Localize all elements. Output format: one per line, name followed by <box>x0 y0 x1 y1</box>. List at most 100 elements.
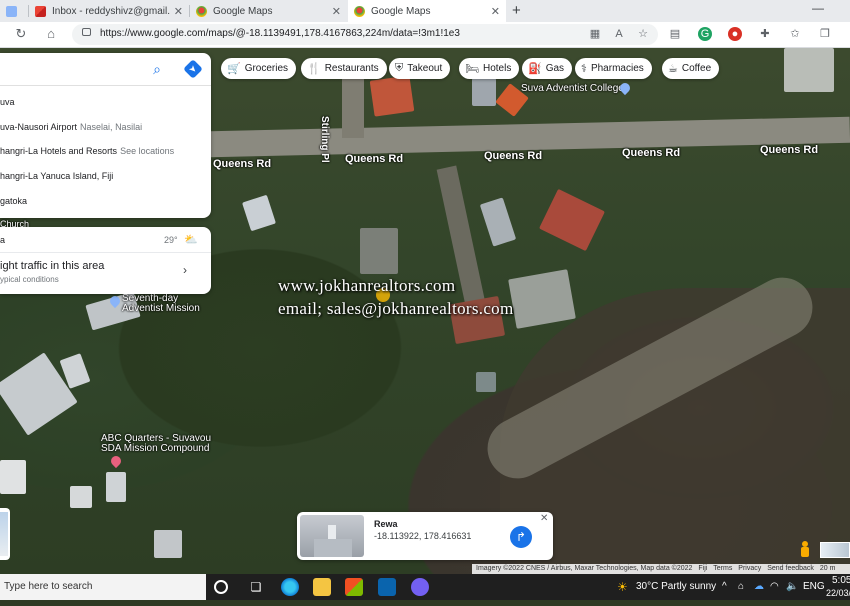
directions-button[interactable]: ↱ <box>510 526 532 548</box>
suggestion-item[interactable]: hangri-La Hotels and Resorts See location… <box>0 146 174 156</box>
read-aloud-icon[interactable]: A <box>612 27 626 41</box>
building <box>472 78 496 106</box>
taskbar-weather[interactable]: 30°C Partly sunny <box>636 574 716 600</box>
chevron-up-icon[interactable]: ^ <box>722 574 727 600</box>
chip-hotels[interactable]: 🛏 Hotels <box>459 58 520 79</box>
onedrive-icon[interactable]: ☁ <box>754 574 764 600</box>
chip-groceries[interactable]: 🛒 Groceries <box>221 58 297 79</box>
suggestion-item[interactable]: gatoka <box>0 196 27 206</box>
lock-icon <box>82 28 91 36</box>
tab-maps-active-label: Google Maps <box>371 5 431 17</box>
place-label-mission[interactable]: Seventh-day Adventist Mission <box>122 294 212 314</box>
place-label-abc-sub[interactable]: SDA Mission Compound <box>101 443 209 454</box>
place-photo[interactable] <box>300 515 364 557</box>
chip-restaurants[interactable]: 🍴 Restaurants <box>301 58 387 79</box>
building <box>106 472 126 502</box>
clock-date[interactable]: 22/03/ <box>826 580 850 606</box>
home-icon[interactable]: ⌂ <box>42 25 60 43</box>
tab-strip: Inbox - reddyshivz@gmail.com ✕ Google Ma… <box>0 0 850 22</box>
lodging-pin-icon[interactable] <box>108 453 124 469</box>
search-icon[interactable]: ⌕ <box>149 61 165 77</box>
volume-icon[interactable]: 🔈 <box>786 574 798 600</box>
close-icon[interactable]: ✕ <box>491 5 500 18</box>
close-icon[interactable]: ✕ <box>332 5 341 18</box>
reload-icon[interactable]: ↻ <box>12 25 30 43</box>
adblock-icon[interactable]: ● <box>728 27 742 41</box>
chip-label: Pharmacies <box>590 63 644 74</box>
tab-gmail[interactable]: Inbox - reddyshivz@gmail.com ✕ <box>29 0 189 22</box>
file-explorer-icon[interactable] <box>313 578 331 596</box>
chip-label: Coffee <box>681 63 712 74</box>
close-icon[interactable]: ✕ <box>174 5 183 18</box>
viber-icon[interactable] <box>411 578 429 596</box>
pegman-body <box>801 547 809 557</box>
grammarly-icon[interactable]: G <box>698 27 712 41</box>
chip-takeout[interactable]: ⛨ Takeout <box>389 58 451 79</box>
building <box>508 269 576 329</box>
suggestion-label: uva <box>0 97 15 107</box>
chip-coffee[interactable]: ☕ Coffee <box>662 58 720 79</box>
collections-icon[interactable]: ▤ <box>668 27 682 41</box>
new-tab-icon[interactable]: + <box>512 2 521 19</box>
weather-icon[interactable]: ☀ <box>617 574 628 600</box>
layers-widget[interactable] <box>0 508 10 560</box>
feedback-link[interactable]: Send feedback <box>767 565 814 572</box>
close-icon[interactable]: ✕ <box>540 513 548 524</box>
tab-maps-active[interactable]: Google Maps ✕ <box>348 0 506 22</box>
tab-maps-1-label: Google Maps <box>213 5 273 17</box>
wifi-icon[interactable]: ◠ <box>770 574 779 600</box>
favorites-bar-icon[interactable]: ✩ <box>788 27 802 41</box>
watermark-website: www.jokhanrealtors.com <box>278 276 456 295</box>
road-label: Queens Rd <box>345 153 404 165</box>
address-bar[interactable]: https://www.google.com/maps/@-18.1139491… <box>72 24 658 45</box>
task-view-icon[interactable]: ❏ <box>247 578 265 596</box>
suggestion-item[interactable]: hangri-La Yanuca Island, Fiji <box>0 171 113 181</box>
directions-icon[interactable]: ➤ <box>183 59 203 79</box>
search-panel: ⌕ ➤ uva uva-Nausori Airport Naselai, Nasi… <box>0 53 211 218</box>
traffic-subtitle: ypical conditions <box>0 275 59 284</box>
road-label: Queens Rd <box>484 150 543 162</box>
extensions-icon[interactable]: ✚ <box>758 27 772 41</box>
place-card[interactable]: Rewa -18.113922, 178.416631 ↱ ✕ <box>297 512 553 560</box>
place-label-college[interactable]: Suva Adventist College <box>521 83 624 94</box>
weather-place: a <box>0 235 6 245</box>
collections-panel-icon[interactable]: ❐ <box>818 27 832 41</box>
store-icon[interactable] <box>345 578 363 596</box>
apps-icon[interactable]: ▦ <box>588 27 602 41</box>
minimize-icon[interactable]: — <box>812 1 824 15</box>
suggestion-item[interactable]: uva-Nausori Airport Naselai, Nasilai <box>0 122 142 132</box>
weather-temp: 29° <box>164 235 178 245</box>
tab-maps-1[interactable]: Google Maps ✕ <box>190 0 347 22</box>
edge-icon[interactable] <box>281 578 299 596</box>
search-input[interactable]: ⌕ ➤ <box>0 53 211 86</box>
suggestion-label: gatoka <box>0 196 28 206</box>
tab-gmail-label: Inbox - reddyshivz@gmail.com <box>52 5 170 17</box>
suggestion-label: uva-Nausori Airport <box>0 122 78 132</box>
suggestion-item[interactable]: uva <box>0 97 15 107</box>
place-coordinates[interactable]: -18.113922, 178.416631 <box>374 531 471 541</box>
road-label: Queens Rd <box>760 144 819 156</box>
region-link[interactable]: Fiji <box>698 565 707 572</box>
language-indicator[interactable]: ENG <box>803 574 825 600</box>
building <box>369 75 415 117</box>
building <box>70 486 92 508</box>
chip-label: Takeout <box>407 63 443 74</box>
building <box>242 194 276 232</box>
pegman-icon[interactable] <box>798 541 812 559</box>
privacy-link[interactable]: Privacy <box>738 565 761 572</box>
taskbar-search-input[interactable]: Type here to search <box>0 574 206 600</box>
partly-cloudy-icon: ⛅ <box>184 234 198 246</box>
browser-toolbar: ↻ ⌂ https://www.google.com/maps/@-18.113… <box>0 22 850 48</box>
network-icon[interactable]: ⌂ <box>738 574 744 600</box>
traffic-panel[interactable]: a 29° ⛅ ight traffic in this area ypical… <box>0 227 211 294</box>
tab-pinned[interactable] <box>0 0 28 22</box>
favorite-icon[interactable]: ☆ <box>636 27 650 41</box>
terms-link[interactable]: Terms <box>713 565 732 572</box>
chip-pharmacies[interactable]: ⚕ Pharmacies <box>575 58 652 79</box>
chip-gas[interactable]: ⛽ Gas <box>522 58 573 79</box>
chevron-right-icon[interactable]: › <box>183 263 187 277</box>
cortana-icon[interactable] <box>214 580 228 594</box>
layer-toggle[interactable] <box>820 542 850 558</box>
outlook-icon[interactable] <box>378 578 396 596</box>
url-text[interactable]: https://www.google.com/maps/@-18.1139491… <box>100 28 460 39</box>
